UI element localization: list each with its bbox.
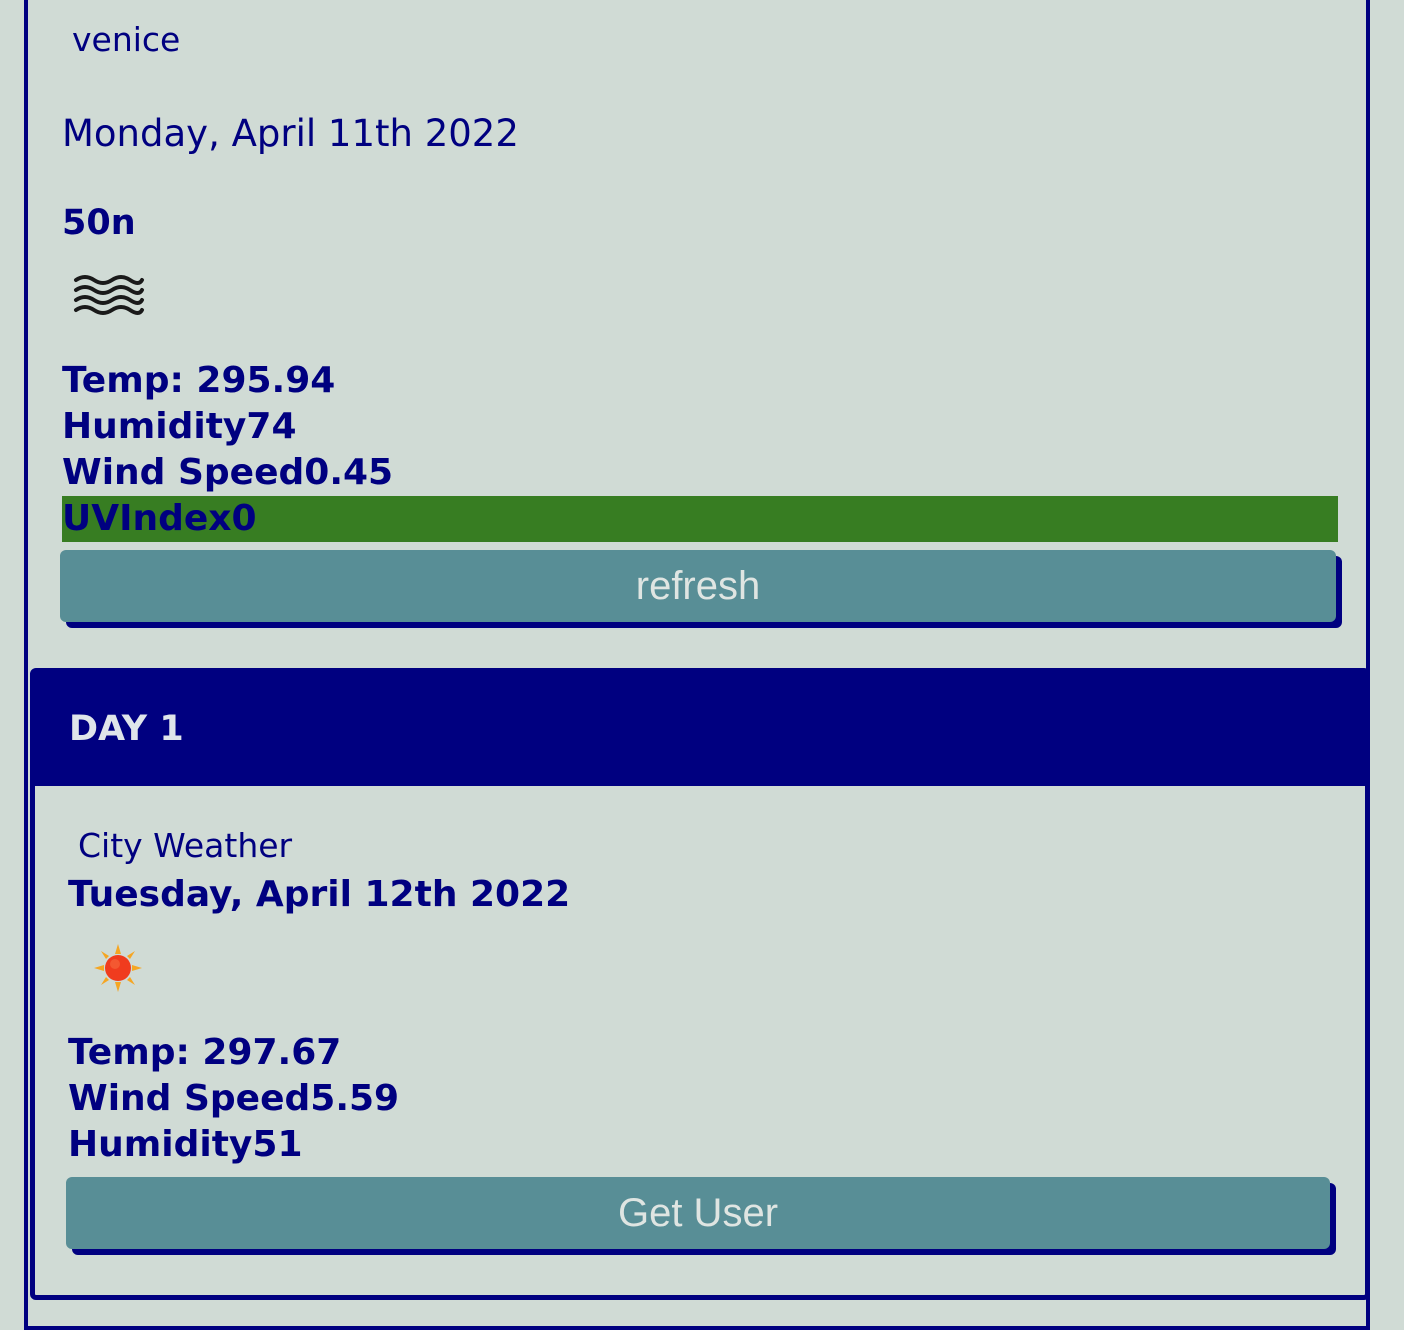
forecast-stats: Temp: 297.67 Wind Speed5.59 Humidity51	[68, 1030, 399, 1168]
sun-icon	[94, 944, 142, 992]
forecast-date: Tuesday, April 12th 2022	[68, 874, 571, 915]
humidity: Humidity74	[62, 406, 297, 447]
refresh-button[interactable]: refresh	[60, 550, 1336, 622]
forecast-humidity: Humidity51	[68, 1124, 303, 1165]
uv-index: UVIndex0	[62, 496, 1338, 542]
refresh-button-wrap: refresh	[60, 550, 1342, 628]
weather-icon-code: 50n	[62, 203, 136, 243]
forecast-city-label: City Weather	[78, 826, 293, 865]
city-name: venice	[72, 20, 181, 59]
wind-speed: Wind Speed0.45	[62, 452, 394, 493]
get-user-button-wrap: Get User	[66, 1177, 1336, 1255]
mist-icon	[74, 275, 144, 315]
forecast-temperature: Temp: 297.67	[68, 1032, 342, 1073]
current-date: Monday, April 11th 2022	[62, 112, 519, 155]
get-user-button[interactable]: Get User	[66, 1177, 1330, 1249]
forecast-day-header: DAY 1	[35, 673, 1365, 786]
temperature: Temp: 295.94	[62, 360, 336, 401]
forecast-wind-speed: Wind Speed5.59	[68, 1078, 400, 1119]
current-stats: Temp: 295.94 Humidity74 Wind Speed0.45 U…	[62, 358, 1338, 542]
